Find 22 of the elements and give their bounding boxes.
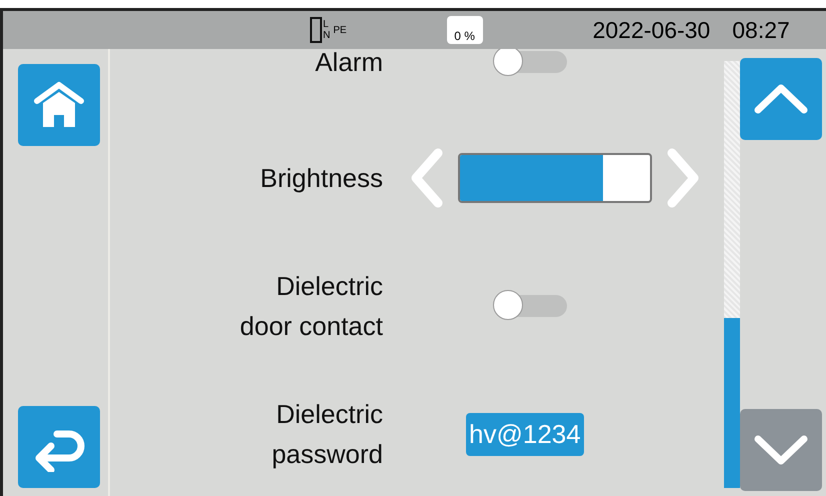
setting-label: Alarm (314, 49, 383, 78)
memory-card-indicator: 0 % (446, 16, 483, 44)
toggle-switch[interactable] (493, 293, 567, 319)
neutral-label: N (323, 30, 330, 41)
home-button[interactable] (18, 64, 100, 146)
earth-label: PE (333, 24, 347, 36)
chevron-down-icon (753, 434, 809, 466)
scroll-up-button[interactable] (740, 58, 822, 140)
toggle-switch[interactable] (493, 49, 567, 74)
line-label: L (323, 19, 330, 30)
status-date: 2022-06-30 (592, 16, 710, 44)
scrollbar[interactable] (724, 61, 740, 488)
setting-label: Brightness (259, 162, 383, 195)
brightness-slider[interactable] (458, 153, 652, 203)
plug-icon (310, 17, 322, 43)
home-icon (33, 81, 85, 129)
status-time: 08:27 (732, 16, 790, 44)
setting-label: Dielectric door contact (238, 270, 383, 343)
password-field[interactable]: hv@1234 (466, 412, 584, 456)
setting-label: Dielectric password (270, 398, 383, 471)
chevron-up-icon (753, 83, 809, 115)
back-button[interactable] (18, 406, 100, 488)
